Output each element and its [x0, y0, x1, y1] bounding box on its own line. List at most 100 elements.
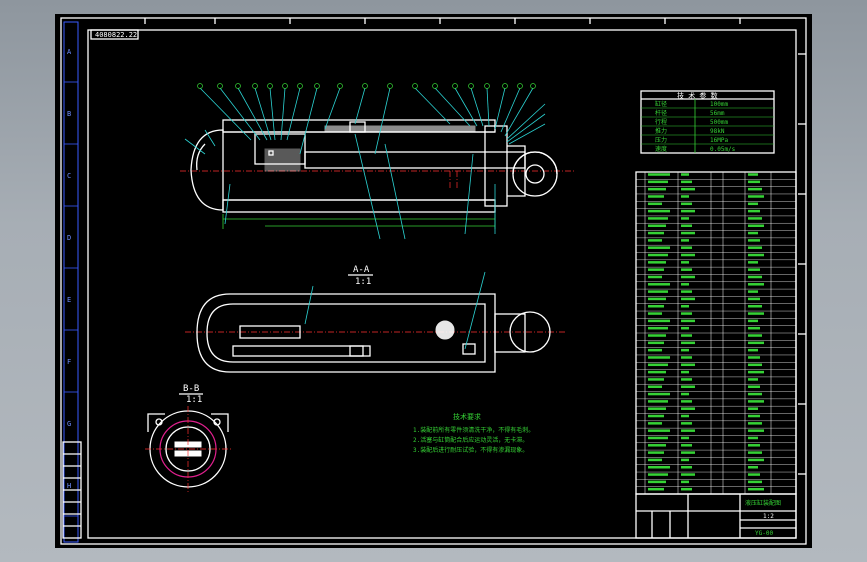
balloon-marker [484, 83, 490, 89]
part-material-glyph [681, 209, 695, 213]
part-material-glyph [681, 261, 689, 264]
part-spec-glyph [748, 304, 762, 308]
spec-name: 行程 [655, 118, 667, 126]
part-name-glyph [648, 451, 664, 454]
part-name-glyph [648, 487, 664, 491]
zone-label: H [67, 482, 71, 490]
part-material-glyph [681, 224, 692, 227]
part-material-glyph [681, 239, 689, 242]
part-name-glyph [648, 341, 664, 345]
part-name-glyph [648, 422, 662, 425]
part-name-glyph [648, 195, 664, 198]
part-name-glyph [648, 480, 666, 484]
part-spec-glyph [748, 451, 762, 454]
part-spec-glyph [748, 378, 758, 381]
part-material-glyph [681, 195, 689, 198]
part-material-glyph [681, 253, 695, 257]
title-block: 液压缸装配图 1:2 YG-00 [635, 493, 797, 539]
part-name-glyph [648, 348, 662, 352]
part-material-glyph [681, 304, 689, 308]
balloon-marker [197, 83, 203, 89]
part-material-glyph [681, 231, 695, 235]
part-spec-glyph [748, 173, 758, 176]
part-name-glyph [648, 173, 670, 176]
part-spec-glyph [748, 290, 758, 293]
balloon-marker [432, 83, 438, 89]
part-spec-glyph [748, 261, 758, 264]
file-tag: 4080822.22 [95, 31, 137, 39]
drawing-canvas: 4080822.22 ABCDEFGH A-A 1:1 B-B 1:1 技术要求… [60, 17, 807, 545]
part-spec-glyph [748, 370, 764, 374]
part-name-glyph [648, 473, 668, 476]
part-material-glyph [681, 246, 692, 249]
part-name-glyph [648, 261, 666, 264]
part-material-glyph [681, 180, 692, 184]
balloon-marker [235, 83, 241, 89]
part-spec-glyph [748, 187, 762, 191]
part-name-glyph [648, 275, 662, 279]
part-spec-glyph [748, 209, 760, 213]
zone-label: F [67, 358, 71, 366]
part-name-glyph [648, 180, 668, 184]
part-name-glyph [648, 385, 662, 388]
part-material-glyph [681, 283, 689, 286]
section-a-label: A-A [353, 265, 370, 275]
spec-name: 缸径 [655, 100, 667, 108]
parts-list [635, 171, 797, 495]
part-spec-glyph [748, 422, 762, 425]
part-spec-glyph [748, 319, 758, 323]
section-a-scale: 1:1 [355, 277, 371, 287]
part-name-glyph [648, 458, 662, 462]
part-material-glyph [681, 407, 695, 410]
part-name-glyph [648, 414, 664, 418]
part-material-glyph [681, 290, 692, 293]
part-name-glyph [648, 209, 670, 213]
part-material-glyph [681, 444, 692, 447]
part-material-glyph [681, 275, 695, 279]
part-material-glyph [681, 297, 695, 301]
part-name-glyph [648, 224, 666, 227]
part-spec-glyph [748, 253, 764, 257]
part-name-glyph [648, 312, 662, 315]
spec-table: 技 术 参 数 缸径 100mm 杆径 56mm 行程 500mm 推力 98kN 压力 16MP… [640, 90, 775, 154]
zone-label: C [67, 172, 71, 180]
part-name-glyph [648, 231, 664, 235]
part-spec-glyph [748, 400, 764, 403]
section-b-label: B-B [183, 384, 199, 394]
part-spec-glyph [748, 392, 762, 396]
part-spec-glyph [748, 268, 760, 271]
cad-viewport[interactable]: 4080822.22 ABCDEFGH A-A 1:1 B-B 1:1 技术要求… [55, 14, 812, 548]
part-material-glyph [681, 326, 689, 330]
part-name-glyph [648, 187, 666, 191]
part-name-glyph [648, 253, 668, 257]
cylinder-assembly-view [180, 83, 575, 240]
part-spec-glyph [748, 348, 758, 352]
balloon-marker [412, 83, 418, 89]
part-name-glyph [648, 363, 668, 367]
part-material-glyph [681, 385, 695, 388]
part-material-glyph [681, 487, 692, 491]
zone-label: D [67, 234, 71, 242]
balloon-marker [387, 83, 393, 89]
part-name-glyph [648, 400, 668, 403]
part-material-glyph [681, 465, 692, 469]
part-material-glyph [681, 451, 695, 454]
spec-table-title: 技 术 参 数 [677, 91, 718, 100]
spec-value: 98kN [710, 128, 725, 135]
part-name-glyph [648, 436, 668, 440]
part-name-glyph [648, 465, 670, 469]
part-name-glyph [648, 370, 666, 374]
part-material-glyph [681, 458, 689, 462]
part-material-glyph [681, 202, 692, 206]
part-name-glyph [648, 407, 666, 410]
note-1: 1.装配前所有零件须清洗干净，不得有毛刺。 [413, 426, 534, 434]
part-spec-glyph [748, 217, 762, 220]
spec-value: 16MPa [710, 137, 728, 144]
part-spec-glyph [748, 202, 758, 206]
part-material-glyph [681, 187, 695, 191]
zone-label: G [67, 420, 71, 428]
part-name-glyph [648, 239, 662, 242]
part-material-glyph [681, 414, 689, 418]
part-material-glyph [681, 429, 695, 432]
part-name-glyph [648, 392, 670, 396]
